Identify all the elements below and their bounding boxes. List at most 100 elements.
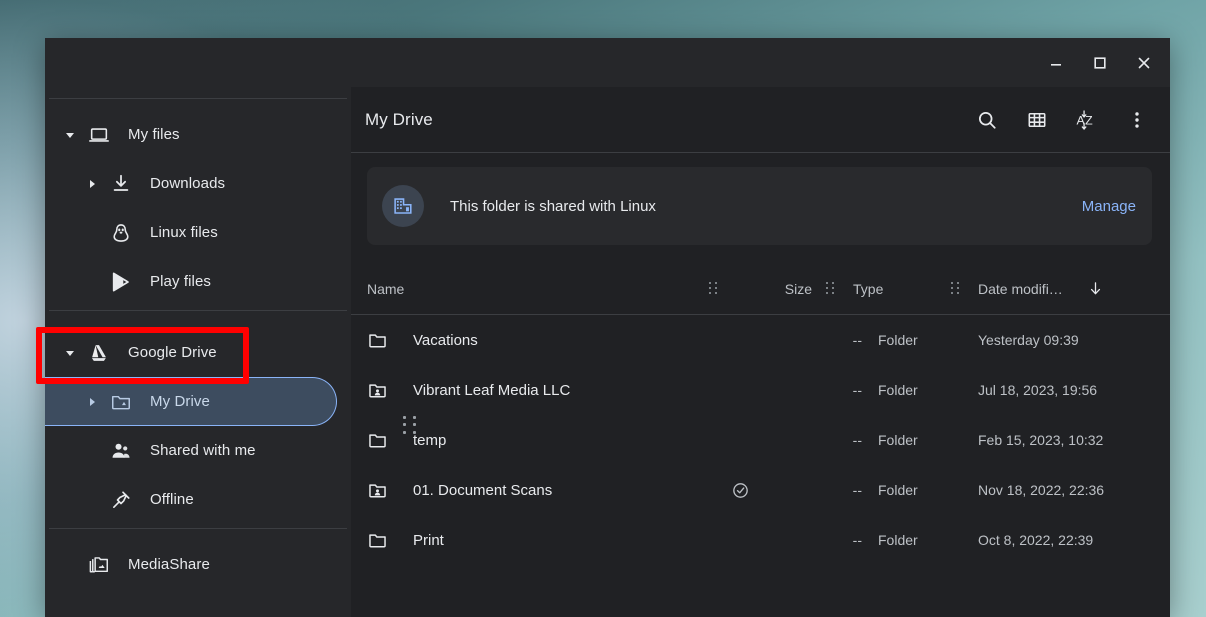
navigation-sidebar: My files Downloads Linux files Play file… [45, 87, 351, 617]
table-row[interactable]: 01. Document Scans -- Folder Nov 18, 202… [351, 465, 1170, 515]
sidebar-group-my-files: My files Downloads Linux files Play file… [45, 110, 351, 310]
row-type-cell: Folder [878, 332, 918, 348]
file-list: Vacations -- Folder Yesterday 09:39 Vibr… [351, 315, 1170, 617]
page-title: My Drive [365, 109, 433, 129]
grip-dot [412, 423, 416, 427]
grip-dot [412, 430, 416, 434]
people-icon [103, 440, 139, 462]
sidebar-group-network: MediaShare [45, 540, 351, 593]
table-row[interactable]: Vacations -- Folder Yesterday 09:39 [351, 315, 1170, 365]
row-size-cell: -- [852, 432, 862, 448]
sidebar-item-linux-files[interactable]: Linux files [45, 208, 337, 257]
row-name-cell: 01. Document Scans [367, 480, 776, 501]
search-icon[interactable] [970, 103, 1004, 137]
column-resize-grip-size[interactable] [826, 281, 835, 296]
available-offline-check-icon [731, 481, 750, 500]
sort-az-icon[interactable]: A Z [1070, 103, 1104, 137]
sidebar-resize-grip[interactable] [403, 416, 419, 435]
expand-twisty-right-icon[interactable] [81, 179, 103, 189]
sidebar-item-google-drive[interactable]: Google Drive [45, 328, 337, 377]
maximize-button[interactable] [1078, 43, 1122, 83]
play-store-icon [103, 271, 139, 293]
column-resize-grip-name[interactable] [709, 281, 718, 296]
grid-view-icon[interactable] [1020, 103, 1054, 137]
sidebar-item-offline[interactable]: Offline [45, 475, 337, 524]
main-toolbar: My Drive A Z [351, 87, 1170, 153]
more-vert-icon[interactable] [1120, 103, 1154, 137]
row-size-cell: -- [852, 382, 862, 398]
file-name: Print [413, 531, 444, 549]
drive-folder-icon [103, 391, 139, 413]
files-app-window: My files Downloads Linux files Play file… [45, 38, 1170, 617]
row-type-cell: Folder [878, 382, 918, 398]
sidebar-item-play-files[interactable]: Play files [45, 257, 337, 306]
row-type-cell: Folder [878, 482, 918, 498]
linux-share-banner-wrapper: This folder is shared with Linux Manage [351, 153, 1170, 245]
sidebar-divider-2 [49, 528, 347, 529]
column-label: Date modifi… [978, 280, 1063, 297]
file-name: 01. Document Scans [413, 481, 553, 499]
column-header-name[interactable]: Name [367, 281, 701, 297]
linux-share-banner: This folder is shared with Linux Manage [367, 167, 1152, 245]
desktop-background: My files Downloads Linux files Play file… [0, 0, 1206, 617]
smb-share-icon [81, 554, 117, 576]
row-type-cell: Folder [878, 432, 918, 448]
laptop-icon [81, 124, 117, 146]
row-size-cell: -- [852, 532, 862, 548]
grip-dot [403, 423, 406, 427]
sidebar-item-label: Play files [150, 273, 212, 290]
shared-folder-icon [367, 380, 395, 401]
row-date-cell: Yesterday 09:39 [978, 332, 1079, 348]
table-row[interactable]: Vibrant Leaf Media LLC -- Folder Jul 18,… [351, 365, 1170, 415]
sidebar-item-label: Shared with me [150, 442, 256, 459]
row-name-cell: Vibrant Leaf Media LLC [367, 380, 776, 401]
sidebar-top-divider [49, 98, 347, 99]
expand-twisty-down-icon[interactable] [59, 130, 81, 140]
column-label: Size [784, 280, 812, 297]
row-name-cell: temp [367, 430, 776, 451]
row-date-cell: Feb 15, 2023, 10:32 [978, 432, 1104, 448]
sidebar-item-shared-with-me[interactable]: Shared with me [45, 426, 337, 475]
folder-icon [367, 530, 395, 551]
column-resize-grip-type[interactable] [951, 281, 960, 296]
close-button[interactable] [1122, 43, 1166, 83]
file-name: Vacations [413, 331, 478, 349]
download-icon [103, 173, 139, 195]
folder-icon [367, 330, 395, 351]
svg-text:Z: Z [1085, 113, 1093, 127]
row-date-cell: Jul 18, 2023, 19:56 [978, 382, 1098, 398]
grip-dot [403, 430, 406, 434]
sidebar-item-mediashare[interactable]: MediaShare [45, 540, 337, 589]
column-header-size[interactable]: Size [726, 281, 818, 297]
linux-share-building-icon [382, 185, 424, 227]
row-name-cell: Print [367, 530, 776, 551]
sidebar-item-label: Offline [150, 491, 194, 508]
sidebar-item-label: Downloads [150, 175, 226, 192]
minimize-button[interactable] [1034, 43, 1078, 83]
toolbar-actions: A Z [970, 103, 1154, 137]
row-date-cell: Nov 18, 2022, 22:36 [978, 482, 1105, 498]
file-name: Vibrant Leaf Media LLC [413, 381, 571, 399]
banner-message: This folder is shared with Linux [450, 197, 656, 215]
pin-icon [103, 489, 139, 511]
sidebar-item-label: MediaShare [128, 556, 210, 573]
column-header-type[interactable]: Type [843, 281, 943, 297]
expand-twisty-right-icon[interactable] [81, 397, 103, 407]
sort-descending-down-arrow-icon[interactable] [1087, 280, 1104, 297]
column-label: Name [367, 280, 405, 297]
window-titlebar [45, 38, 1170, 87]
sidebar-item-label: My files [128, 126, 180, 143]
sidebar-item-my-drive[interactable]: My Drive [45, 377, 337, 426]
column-header-date-modified[interactable]: Date modifi… [968, 280, 1154, 297]
sidebar-item-label: Linux files [150, 224, 218, 241]
manage-link[interactable]: Manage [1082, 198, 1136, 215]
table-row[interactable]: Print -- Folder Oct 8, 2022, 22:39 [351, 515, 1170, 565]
sidebar-item-label: Google Drive [128, 344, 217, 361]
row-size-cell: -- [852, 332, 862, 348]
sidebar-item-downloads[interactable]: Downloads [45, 159, 337, 208]
table-row[interactable]: temp -- Folder Feb 15, 2023, 10:32 [351, 415, 1170, 465]
expand-twisty-down-icon[interactable] [59, 348, 81, 358]
sidebar-item-my-files[interactable]: My files [45, 110, 337, 159]
row-date-cell: Oct 8, 2022, 22:39 [978, 532, 1094, 548]
sidebar-item-label: My Drive [150, 393, 210, 410]
